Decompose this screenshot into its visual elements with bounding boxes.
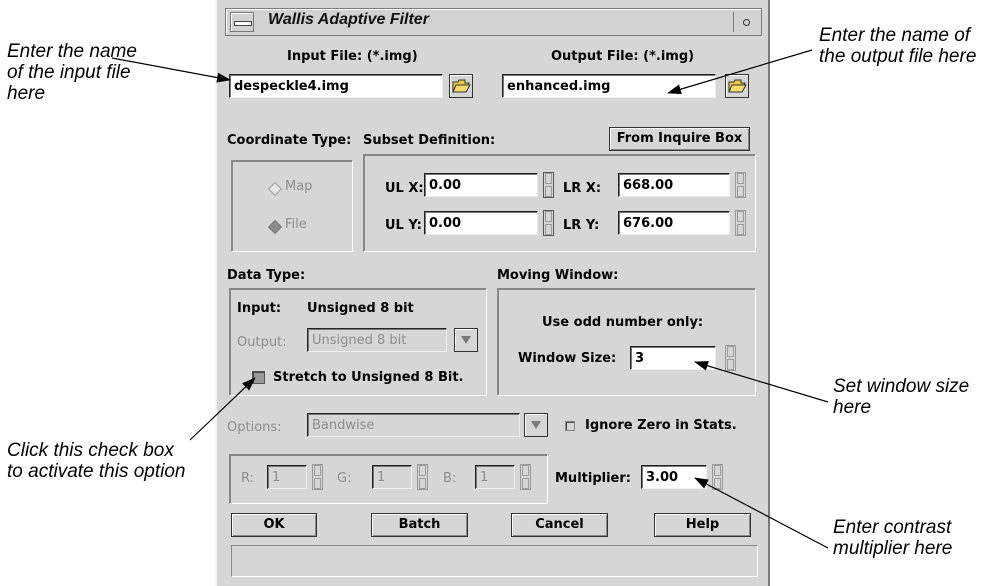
coordinate-type-group bbox=[231, 160, 353, 252]
help-button[interactable]: Help bbox=[654, 513, 751, 537]
ulx-label: UL X: bbox=[385, 181, 424, 196]
lry-spinner[interactable] bbox=[735, 210, 746, 236]
output-type-dropdown[interactable]: Unsigned 8 bit bbox=[307, 328, 447, 352]
file-radio-label[interactable]: File bbox=[285, 217, 307, 232]
callout-input-file: Enter the name of the input file here bbox=[7, 41, 137, 104]
callout-check-box: Click this check box to activate this op… bbox=[7, 440, 186, 482]
multiplier-label: Multiplier: bbox=[555, 471, 631, 486]
lrx-spinner[interactable] bbox=[735, 172, 746, 198]
g-spinner[interactable] bbox=[417, 464, 428, 490]
output-file-label: Output File: (*.img) bbox=[551, 49, 695, 64]
stretch-label: Stretch to Unsigned 8 Bit. bbox=[273, 370, 464, 385]
multiplier-spinner[interactable] bbox=[712, 464, 723, 490]
ulx-spinner[interactable] bbox=[543, 172, 554, 198]
output-type-label: Output: bbox=[237, 335, 287, 350]
folder-open-icon bbox=[728, 79, 747, 93]
from-inquire-box-button[interactable]: From Inquire Box bbox=[609, 127, 750, 151]
output-type-dropdown-arrow-icon[interactable] bbox=[454, 328, 478, 352]
window-size-field[interactable]: 3 bbox=[630, 346, 716, 370]
b-spinner[interactable] bbox=[520, 464, 531, 490]
g-label: G: bbox=[337, 471, 352, 486]
data-type-label: Data Type: bbox=[227, 268, 306, 283]
input-file-label: Input File: (*.img) bbox=[287, 49, 418, 64]
ulx-field[interactable]: 0.00 bbox=[424, 173, 538, 197]
input-file-folder-button[interactable] bbox=[449, 74, 473, 98]
window-menu-icon[interactable] bbox=[230, 12, 254, 32]
options-label: Options: bbox=[227, 420, 282, 435]
coordinate-type-label: Coordinate Type: bbox=[227, 133, 352, 148]
subset-definition-group bbox=[363, 154, 756, 252]
window-title: Wallis Adaptive Filter bbox=[268, 11, 429, 28]
odd-number-label: Use odd number only: bbox=[542, 315, 704, 330]
b-field[interactable]: 1 bbox=[475, 465, 515, 489]
folder-open-icon bbox=[452, 79, 471, 93]
options-dropdown-arrow-icon[interactable] bbox=[524, 413, 548, 437]
stretch-checkbox[interactable] bbox=[252, 371, 265, 384]
input-type-value: Unsigned 8 bit bbox=[307, 301, 414, 316]
callout-multiplier: Enter contrast multiplier here bbox=[833, 517, 953, 559]
title-bar[interactable]: Wallis Adaptive Filter bbox=[225, 8, 762, 36]
callout-output-file: Enter the name of the output file here bbox=[819, 25, 977, 67]
options-dropdown[interactable]: Bandwise bbox=[307, 413, 520, 437]
input-type-label: Input: bbox=[237, 301, 282, 316]
window-size-label: Window Size: bbox=[518, 351, 617, 366]
ignore-zero-checkbox[interactable] bbox=[565, 421, 575, 431]
window-size-spinner[interactable] bbox=[725, 345, 736, 371]
output-file-folder-button[interactable] bbox=[725, 74, 749, 98]
r-spinner[interactable] bbox=[312, 464, 323, 490]
moving-window-label: Moving Window: bbox=[497, 268, 619, 283]
lrx-label: LR X: bbox=[563, 181, 602, 196]
lrx-field[interactable]: 668.00 bbox=[618, 173, 730, 197]
multiplier-field[interactable]: 3.00 bbox=[641, 465, 707, 489]
lry-label: LR Y: bbox=[563, 218, 600, 233]
b-label: B: bbox=[443, 471, 457, 486]
status-bar bbox=[231, 545, 758, 577]
uly-label: UL Y: bbox=[385, 218, 422, 233]
lry-field[interactable]: 676.00 bbox=[618, 211, 730, 235]
cancel-button[interactable]: Cancel bbox=[511, 513, 608, 537]
map-radio-label[interactable]: Map bbox=[285, 179, 312, 194]
batch-button[interactable]: Batch bbox=[371, 513, 468, 537]
input-file-field[interactable]: despeckle4.img bbox=[229, 74, 443, 98]
r-field[interactable]: 1 bbox=[267, 465, 307, 489]
maximize-icon[interactable] bbox=[733, 12, 757, 32]
r-label: R: bbox=[241, 471, 255, 486]
ignore-zero-label: Ignore Zero in Stats. bbox=[585, 418, 737, 433]
wallis-adaptive-filter-dialog: Wallis Adaptive Filter Input File: (*.im… bbox=[215, 0, 770, 586]
uly-field[interactable]: 0.00 bbox=[424, 211, 538, 235]
moving-window-group bbox=[497, 288, 756, 396]
output-file-field[interactable]: enhanced.img bbox=[502, 74, 716, 98]
uly-spinner[interactable] bbox=[543, 210, 554, 236]
callout-window-size: Set window size here bbox=[833, 376, 970, 418]
g-field[interactable]: 1 bbox=[372, 465, 412, 489]
ok-button[interactable]: OK bbox=[231, 513, 317, 537]
subset-definition-label: Subset Definition: bbox=[363, 133, 496, 148]
